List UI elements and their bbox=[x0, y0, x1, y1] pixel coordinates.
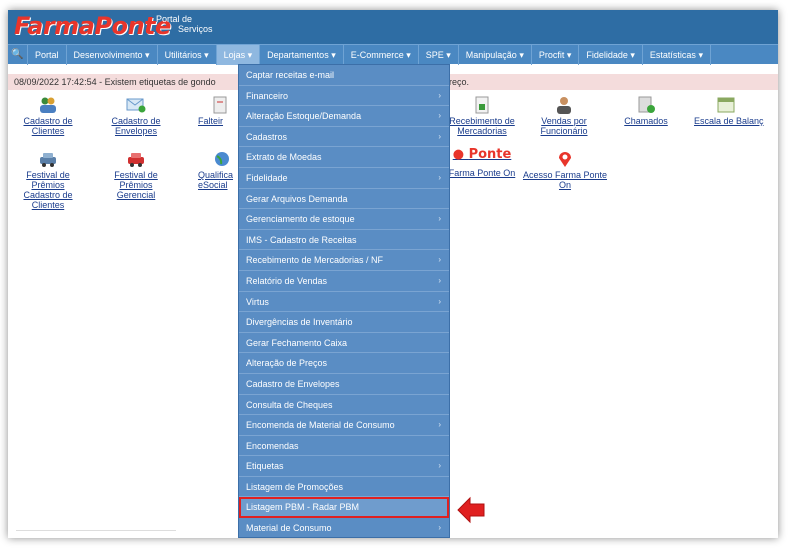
users-icon bbox=[40, 97, 56, 113]
employee-icon bbox=[557, 97, 571, 114]
menu-alteracao-precos[interactable]: Alteração de Preços bbox=[239, 353, 449, 374]
menu-fidelidade[interactable]: Fidelidade › bbox=[239, 168, 449, 189]
menu-cadastro-envelopes[interactable]: Cadastro de Envelopes bbox=[239, 374, 449, 395]
alert-banner-tail: reço. bbox=[449, 77, 470, 87]
envelope-icon bbox=[126, 98, 146, 113]
menu-recebimento-mercadorias[interactable]: Recebimento de Mercadorias / NF › bbox=[239, 250, 449, 271]
nav-desenvolvimento[interactable]: Desenvolvimento ▾ bbox=[67, 44, 158, 65]
menu-material-consumo[interactable]: Material de Consumo › bbox=[239, 518, 449, 537]
ponte-logo: ● Ponte bbox=[452, 147, 512, 162]
menu-divergencias-inventario[interactable]: Divergências de Inventário bbox=[239, 312, 449, 333]
location-pin-icon bbox=[559, 152, 571, 167]
chevron-right-icon: › bbox=[438, 461, 441, 471]
tile-vendas-funcionario[interactable]: Vendas por Funcionário bbox=[528, 96, 600, 136]
menu-listagem-pbm-radar[interactable]: Listagem PBM - Radar PBM bbox=[239, 497, 449, 519]
menu-gerenciamento-estoque[interactable]: Gerenciamento de estoque › bbox=[239, 209, 449, 230]
main-nav: 🔍 Portal Desenvolvimento ▾ Utilitários ▾… bbox=[8, 44, 778, 65]
menu-ims-cadastro-receitas[interactable]: IMS - Cadastro de Receitas bbox=[239, 230, 449, 251]
browser-frame: FarmaPonte Portal de Serviços 🔍 Portal D… bbox=[8, 10, 778, 538]
chevron-right-icon: › bbox=[438, 275, 441, 285]
globe-icon bbox=[215, 152, 229, 166]
tile-acesso-ponte-on[interactable]: Acesso Farma Ponte On bbox=[522, 150, 608, 190]
chevron-right-icon: › bbox=[438, 172, 441, 182]
menu-encomendas[interactable]: Encomendas bbox=[239, 436, 449, 457]
lojas-dropdown-menu: Captar receitas e-mail Financeiro › Alter… bbox=[238, 64, 450, 538]
menu-gerar-arquivos-demanda[interactable]: Gerar Arquivos Demanda bbox=[239, 189, 449, 210]
car-icon bbox=[40, 153, 56, 167]
nav-manipulacao[interactable]: Manipulação ▾ bbox=[459, 44, 532, 65]
menu-consulta-cheques[interactable]: Consulta de Cheques bbox=[239, 395, 449, 416]
tile-festival-clientes[interactable]: Festival de Prêmios Cadastro de Clientes bbox=[16, 150, 80, 210]
farma-ponte-logo[interactable]: FarmaPonte bbox=[14, 12, 171, 40]
menu-alteracao-estoque[interactable]: Alteração Estoque/Demanda › bbox=[239, 106, 449, 127]
menu-etiquetas[interactable]: Etiquetas › bbox=[239, 456, 449, 477]
chevron-right-icon: › bbox=[438, 255, 441, 265]
tile-chamados[interactable]: Chamados bbox=[618, 96, 674, 126]
nav-procfit[interactable]: Procfit ▾ bbox=[532, 44, 580, 65]
divider bbox=[16, 530, 176, 531]
nav-portal[interactable]: Portal bbox=[28, 44, 67, 65]
tile-escala-balanco[interactable]: Escala de Balanç bbox=[694, 96, 778, 126]
menu-captar-receitas[interactable]: Captar receitas e-mail bbox=[239, 65, 449, 86]
menu-listagem-promocoes[interactable]: Listagem de Promoções bbox=[239, 477, 449, 498]
nav-spe[interactable]: SPE ▾ bbox=[419, 44, 459, 65]
chevron-right-icon: › bbox=[438, 111, 441, 121]
nav-lojas[interactable]: Lojas ▾ bbox=[216, 44, 261, 65]
spreadsheet-icon bbox=[475, 96, 489, 114]
menu-virtus[interactable]: Virtus › bbox=[239, 292, 449, 313]
chevron-right-icon: › bbox=[438, 90, 441, 100]
chevron-right-icon: › bbox=[438, 131, 441, 141]
nav-ecommerce[interactable]: E-Commerce ▾ bbox=[344, 44, 419, 65]
ticket-icon bbox=[638, 96, 655, 113]
chevron-right-icon: › bbox=[438, 420, 441, 430]
nav-fidelidade[interactable]: Fidelidade ▾ bbox=[579, 44, 643, 65]
tile-festival-gerencial[interactable]: Festival de Prêmios Gerencial bbox=[104, 150, 168, 200]
calendar-icon bbox=[717, 97, 735, 113]
tile-cadastro-envelopes[interactable]: Cadastro de Envelopes bbox=[104, 96, 168, 136]
portal-title: Portal de Serviços bbox=[156, 14, 213, 34]
nav-departamentos[interactable]: Departamentos ▾ bbox=[260, 44, 344, 65]
search-icon[interactable]: 🔍 bbox=[8, 44, 28, 65]
nav-estatisticas[interactable]: Estatísticas ▾ bbox=[643, 44, 711, 65]
app-header: FarmaPonte Portal de Serviços bbox=[8, 10, 778, 44]
menu-extrato-moedas[interactable]: Extrato de Moedas bbox=[239, 147, 449, 168]
tile-recebimento-mercadorias[interactable]: Recebimento de Mercadorias bbox=[444, 96, 520, 136]
menu-financeiro[interactable]: Financeiro › bbox=[239, 86, 449, 107]
menu-relatorio-vendas[interactable]: Relatório de Vendas › bbox=[239, 271, 449, 292]
chevron-right-icon: › bbox=[438, 523, 441, 533]
tile-qualifica-esocial[interactable]: Qualifica eSocial bbox=[198, 150, 238, 190]
tile-falteiro[interactable]: Falteir bbox=[198, 96, 238, 126]
nav-utilitarios[interactable]: Utilitários ▾ bbox=[158, 44, 217, 65]
tile-cadastro-clientes[interactable]: Cadastro de Clientes bbox=[16, 96, 80, 136]
menu-cadastros[interactable]: Cadastros › bbox=[239, 127, 449, 148]
document-icon bbox=[213, 96, 227, 114]
menu-encomenda-material-consumo[interactable]: Encomenda de Material de Consumo › bbox=[239, 415, 449, 436]
chevron-right-icon: › bbox=[438, 296, 441, 306]
chevron-right-icon: › bbox=[438, 214, 441, 224]
red-car-icon bbox=[128, 153, 144, 167]
tile-farma-ponte-on[interactable]: ● Ponte Farma Ponte On bbox=[444, 147, 520, 178]
red-arrow-left-icon bbox=[457, 496, 485, 524]
menu-gerar-fechamento-caixa[interactable]: Gerar Fechamento Caixa bbox=[239, 333, 449, 354]
